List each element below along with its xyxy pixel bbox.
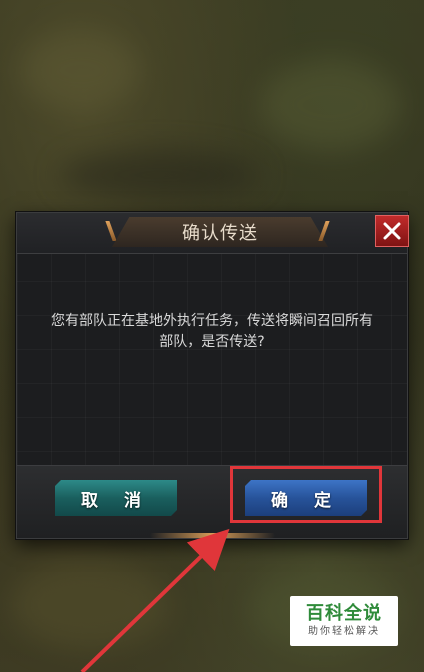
- title-decoration-right: [318, 221, 330, 241]
- watermark-title: 百科全说: [306, 603, 382, 624]
- close-icon: [383, 222, 401, 240]
- background-blob: [20, 30, 140, 110]
- background-blob: [60, 150, 260, 200]
- cancel-button[interactable]: 取 消: [55, 480, 177, 516]
- close-button[interactable]: [375, 215, 409, 247]
- background-blob: [260, 60, 400, 150]
- dialog-title: 确认传送: [182, 223, 258, 244]
- background-blob: [10, 560, 170, 650]
- dialog-title-bar: 确认传送: [17, 213, 409, 254]
- dialog-bottom-glow: [150, 533, 275, 538]
- dialog-message: 您有部队正在基地外执行任务，传送将瞬间召回所有部队，是否传送?: [51, 313, 373, 350]
- title-decoration-left: [105, 221, 117, 241]
- dialog-title-plate: 确认传送: [112, 217, 328, 247]
- watermark-subtitle: 助你轻松解决: [308, 626, 380, 637]
- teleport-confirm-dialog: 确认传送 您有部队正在基地外执行任务，传送将瞬间召回所有部队，是否传送? 取 消…: [16, 212, 409, 539]
- watermark-logo: 百科全说 助你轻松解决: [290, 596, 398, 646]
- dialog-button-bar: 取 消 确 定: [17, 465, 407, 538]
- confirm-button[interactable]: 确 定: [245, 480, 367, 516]
